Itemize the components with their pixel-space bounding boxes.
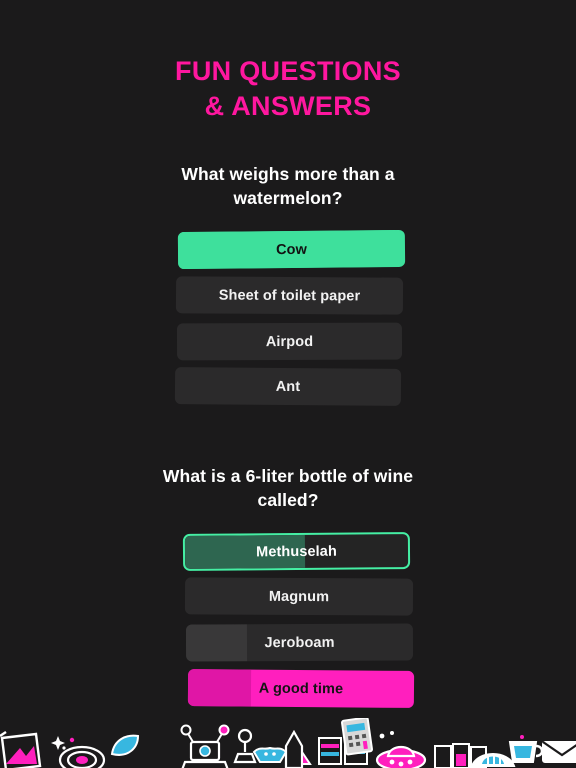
spiral-galaxy-sticker bbox=[51, 736, 106, 768]
page-title-line-1: FUN QUESTIONS bbox=[175, 56, 401, 86]
answer-option-airpod[interactable]: Airpod bbox=[176, 322, 403, 361]
answer-option-label: Cow bbox=[275, 241, 308, 258]
answer-options-1: Cow Sheet of toilet paper Airpod Ant bbox=[0, 230, 576, 411]
answer-option-label: A good time bbox=[258, 680, 344, 698]
answer-option-magnum[interactable]: Magnum bbox=[184, 577, 414, 616]
sticker-strip bbox=[0, 718, 576, 768]
ufo-sticker bbox=[375, 731, 427, 768]
answer-option-label: Ant bbox=[275, 378, 301, 395]
answer-option-label: Jeroboam bbox=[264, 634, 335, 651]
question-prompt-2: What is a 6-liter bottle of wine called? bbox=[162, 466, 414, 510]
calculator-sticker bbox=[341, 718, 373, 756]
question-block-2: What is a 6-liter bottle of wine called?… bbox=[0, 465, 576, 713]
lamp-sticker bbox=[233, 728, 257, 764]
answer-option-sheet-of-toilet-paper[interactable]: Sheet of toilet paper bbox=[175, 276, 404, 315]
photo-frame-sticker bbox=[0, 731, 42, 768]
envelope-sticker bbox=[542, 741, 576, 763]
answer-option-label: Methuselah bbox=[256, 543, 337, 561]
answer-option-a-good-time[interactable]: A good time bbox=[187, 669, 415, 709]
laptop-sticker bbox=[180, 724, 230, 768]
answer-option-methuselah[interactable]: Methuselah bbox=[182, 532, 411, 572]
page-title-line-2: & ANSWERS bbox=[204, 90, 372, 121]
answer-option-label: Magnum bbox=[268, 588, 330, 605]
question-prompt-1: What weighs more than a watermelon? bbox=[181, 164, 395, 208]
question-block-1: What weighs more than a watermelon? Cow … bbox=[0, 163, 576, 411]
answer-option-label: Airpod bbox=[265, 333, 314, 350]
answer-option-jeroboam[interactable]: Jeroboam bbox=[185, 623, 414, 662]
answer-option-cow[interactable]: Cow bbox=[177, 230, 406, 270]
quiz-screen: FUN QUESTIONS & ANSWERS What weighs more… bbox=[0, 0, 576, 768]
page-title: FUN QUESTIONS & ANSWERS bbox=[0, 54, 576, 123]
answer-option-label: Sheet of toilet paper bbox=[218, 287, 361, 305]
rocket-sticker bbox=[284, 730, 312, 768]
answer-option-ant[interactable]: Ant bbox=[174, 367, 402, 407]
answer-options-2: Methuselah Magnum Jeroboam A good time bbox=[0, 532, 576, 713]
blue-leaf-sticker bbox=[110, 734, 140, 756]
